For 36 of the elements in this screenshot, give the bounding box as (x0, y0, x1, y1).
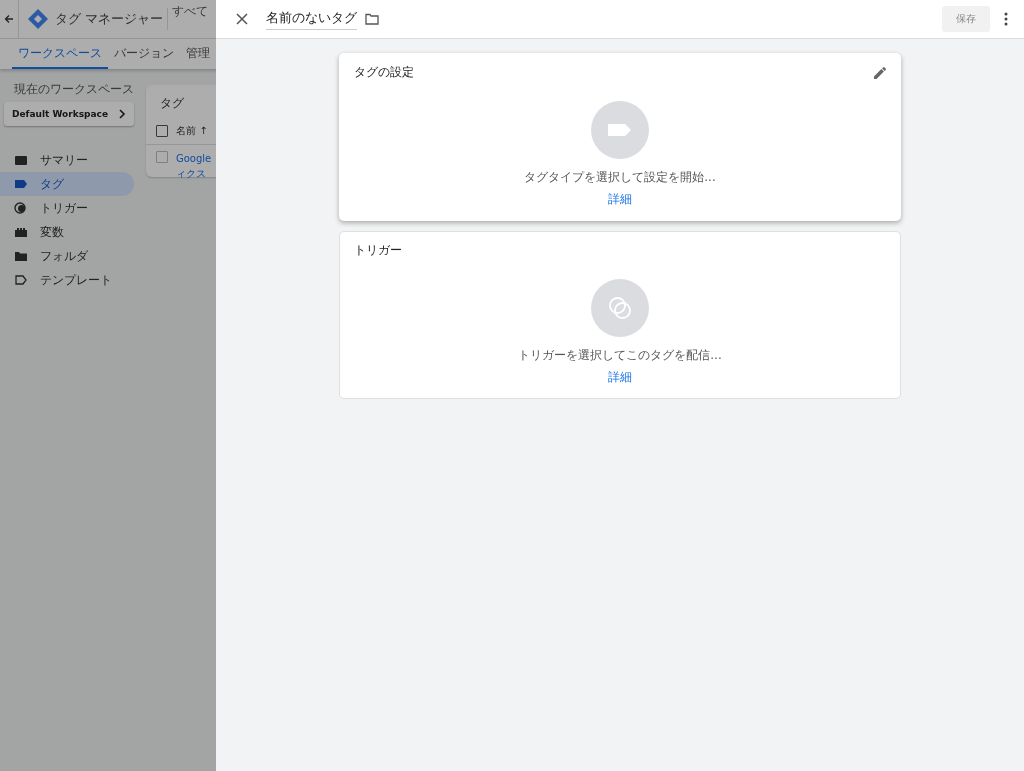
more-menu-icon[interactable] (1004, 12, 1008, 26)
sidebar-item[interactable]: トリガー (0, 196, 134, 220)
workspace-selector[interactable]: Default Workspace (4, 102, 134, 126)
hint-text: タグタイプを選択して設定を開始... (524, 169, 716, 186)
chevron-icon (118, 109, 126, 119)
edit-pencil-icon[interactable] (874, 66, 886, 79)
card-title: トリガー (354, 242, 402, 259)
table-title: タグ (159, 95, 185, 112)
column-header[interactable]: 名前 ↑ (176, 124, 208, 138)
card-title: タグの設定 (354, 64, 414, 81)
account-label: すべて (172, 3, 209, 20)
sidebar-item[interactable]: タグ (0, 172, 134, 196)
nav-tab[interactable]: 管理 (180, 39, 216, 69)
details-link[interactable]: 詳細 (608, 369, 632, 386)
template-icon (14, 274, 28, 286)
row-checkbox[interactable] (156, 151, 168, 163)
details-link[interactable]: 詳細 (608, 191, 632, 208)
workspace-caption: 現在のワークスペース (13, 81, 135, 98)
tag-icon (14, 178, 28, 190)
folder-icon (14, 250, 28, 262)
sidebar-item[interactable]: 変数 (0, 220, 134, 244)
sidebar-item[interactable]: フォルダ (0, 244, 134, 268)
summary-icon (14, 154, 28, 166)
sidebar-item[interactable]: サマリー (0, 148, 134, 172)
nav-tab[interactable]: ワークスペース (12, 39, 108, 69)
logo-icon (27, 8, 49, 30)
variable-icon (14, 226, 28, 238)
trigger-icon (14, 202, 28, 214)
select-all-checkbox[interactable] (156, 125, 168, 137)
tag-link[interactable]: Google ィクス (176, 151, 212, 181)
hint-text: トリガーを選択してこのタグを配信... (518, 347, 722, 364)
folder-icon[interactable] (365, 13, 379, 25)
app-title: タグ マネージャー (55, 10, 164, 28)
tag-name-field[interactable]: 名前のないタグ (266, 8, 357, 30)
sidebar-item[interactable]: テンプレート (0, 268, 134, 292)
nav-tab[interactable]: バージョン (108, 39, 180, 69)
